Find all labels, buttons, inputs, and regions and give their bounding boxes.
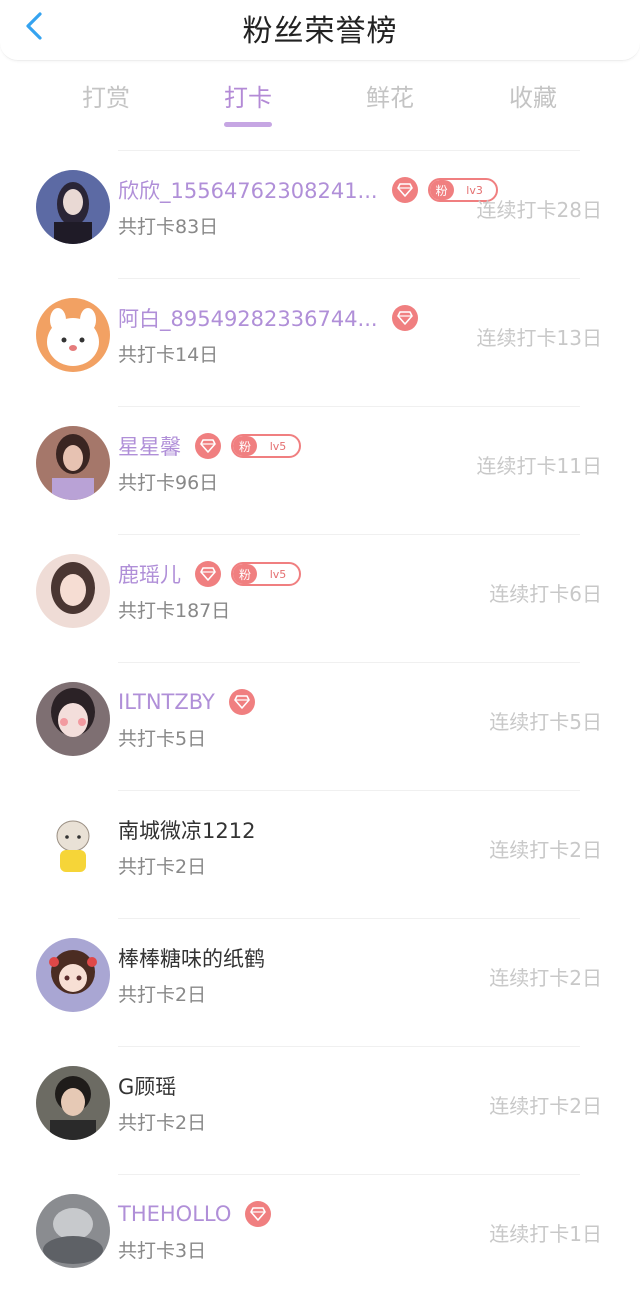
tab-flowers[interactable]: 鲜花 — [330, 78, 450, 113]
avatar — [36, 1066, 110, 1140]
streak-days: 连续打卡2日 — [489, 966, 602, 990]
header-bar: 粉丝荣誉榜 — [0, 0, 640, 61]
list-item[interactable]: 南城微凉1212 共打卡2日 连续打卡2日 — [0, 790, 640, 918]
fan-level-badge: 粉 lv5 — [231, 434, 301, 458]
avatar — [36, 426, 110, 500]
total-checkins: 共打卡2日 — [118, 1112, 207, 1134]
user-name: G顾瑶 — [118, 1075, 177, 1099]
avatar — [36, 554, 110, 628]
avatar — [36, 938, 110, 1012]
list-item[interactable]: 鹿瑶儿 粉 lv5 共打卡187日 连续打卡6日 — [0, 534, 640, 662]
user-name: 欣欣_15564762308241... — [118, 179, 378, 203]
fan-level-badge: 粉 lv5 — [231, 562, 301, 586]
list-item[interactable]: ILTNTZBY 共打卡5日 连续打卡5日 — [0, 662, 640, 790]
total-checkins: 共打卡14日 — [118, 344, 219, 366]
list-item[interactable]: G顾瑶 共打卡2日 连续打卡2日 — [0, 1046, 640, 1174]
user-name: ILTNTZBY — [118, 690, 215, 714]
avatar — [36, 810, 110, 884]
user-name: 鹿瑶儿 — [118, 563, 181, 587]
diamond-icon — [228, 689, 255, 715]
streak-days: 连续打卡2日 — [489, 1094, 602, 1118]
avatar — [36, 682, 110, 756]
avatar — [36, 170, 110, 244]
diamond-icon — [245, 1201, 272, 1227]
list-item[interactable]: 棒棒糖味的纸鹤 共打卡2日 连续打卡2日 — [0, 918, 640, 1046]
streak-days: 连续打卡6日 — [489, 582, 602, 606]
total-checkins: 共打卡5日 — [118, 728, 207, 750]
total-checkins: 共打卡83日 — [118, 216, 219, 238]
diamond-icon — [195, 433, 221, 459]
list-item[interactable]: 欣欣_15564762308241... 粉 lv3 共打卡83日 连续打卡28日 — [0, 150, 640, 278]
total-checkins: 共打卡187日 — [118, 600, 231, 622]
page-title: 粉丝荣誉榜 — [242, 14, 398, 49]
diamond-icon — [195, 561, 221, 587]
diamond-icon — [391, 305, 418, 331]
total-checkins: 共打卡2日 — [118, 984, 207, 1006]
total-checkins: 共打卡96日 — [118, 472, 219, 494]
total-checkins: 共打卡3日 — [118, 1240, 207, 1262]
user-name: 棒棒糖味的纸鹤 — [118, 947, 265, 971]
list-item[interactable]: THEHOLLO 共打卡3日 连续打卡1日 — [0, 1174, 640, 1302]
streak-days: 连续打卡28日 — [476, 198, 602, 222]
streak-days: 连续打卡5日 — [489, 710, 602, 734]
active-tab-indicator — [224, 122, 272, 127]
avatar — [36, 1194, 110, 1268]
list-item[interactable]: 阿白_89549282336744... 共打卡14日 连续打卡13日 — [0, 278, 640, 406]
streak-days: 连续打卡11日 — [476, 454, 602, 478]
tab-checkin[interactable]: 打卡 — [188, 78, 308, 127]
total-checkins: 共打卡2日 — [118, 856, 207, 878]
user-name: 阿白_89549282336744... — [118, 307, 378, 331]
user-name: 南城微凉1212 — [118, 819, 256, 843]
tab-reward[interactable]: 打赏 — [46, 78, 166, 113]
diamond-icon — [391, 177, 418, 203]
avatar — [36, 298, 110, 372]
list-item[interactable]: 星星馨 粉 lv5 共打卡96日 连续打卡11日 — [0, 406, 640, 534]
user-name: 星星馨 — [118, 435, 181, 459]
streak-days: 连续打卡13日 — [476, 326, 602, 350]
streak-days: 连续打卡2日 — [489, 838, 602, 862]
user-name: THEHOLLO — [118, 1202, 232, 1226]
tab-bar: 打赏 打卡 鲜花 收藏 — [0, 66, 640, 132]
tab-favorites[interactable]: 收藏 — [473, 78, 593, 113]
streak-days: 连续打卡1日 — [489, 1222, 602, 1246]
